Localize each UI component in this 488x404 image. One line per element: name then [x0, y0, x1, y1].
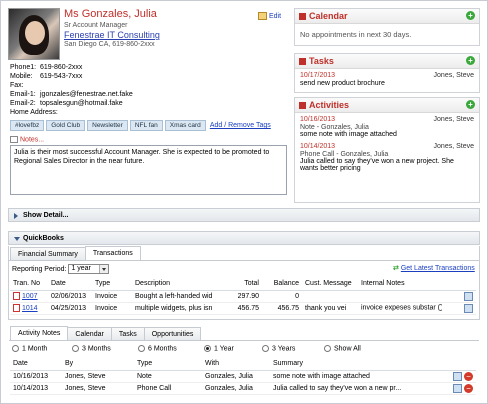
- contact-name: Ms Gonzales, Julia: [64, 8, 157, 20]
- transactions-table: Tran. No Date Type Description Total Bal…: [10, 278, 476, 315]
- calendar-panel: Calendar + No appointments in next 30 day…: [294, 8, 480, 46]
- edit-note-icon[interactable]: [453, 383, 463, 393]
- tab-divider: [9, 340, 479, 341]
- delete-icon[interactable]: −: [464, 383, 473, 393]
- edit-note-icon[interactable]: [453, 371, 463, 381]
- tasks-title: Tasks: [309, 56, 334, 66]
- chevron-down-icon: [99, 265, 109, 273]
- pdf-icon[interactable]: [13, 292, 20, 300]
- phone1-value: 619-860-2xxx: [40, 64, 83, 71]
- reporting-period-select[interactable]: 1 year: [68, 264, 110, 274]
- tab-opportunities[interactable]: Opportunities: [143, 327, 202, 341]
- tag[interactable]: Newsletter: [87, 120, 128, 131]
- company-link[interactable]: Fenestrae IT Consulting: [64, 30, 160, 40]
- tag[interactable]: Xmas card: [164, 120, 206, 131]
- tab-tasks[interactable]: Tasks: [110, 327, 145, 341]
- reporting-period-label: Reporting Period:: [12, 265, 67, 273]
- view-icon[interactable]: [464, 303, 473, 313]
- tasks-icon: [299, 58, 306, 66]
- transaction-link[interactable]: 1014: [22, 305, 38, 312]
- tab-calendar[interactable]: Calendar: [67, 327, 112, 341]
- table-row[interactable]: 10/14/2013 Jones, Steve Phone Call Gonza…: [10, 382, 476, 395]
- show-detail-bar[interactable]: Show Detail...: [8, 208, 480, 222]
- task-item[interactable]: 10/17/2013 Jones, Steve send new product …: [295, 69, 479, 92]
- range-1-month[interactable]: 1 Month: [12, 345, 47, 352]
- mobile-value: 619-543-7xxx: [40, 73, 83, 80]
- radio-icon: [72, 345, 79, 352]
- email1-row: Email-1: jgonzales@fenestrae.net.fake: [10, 91, 133, 98]
- notes-textarea[interactable]: Julia is their most successful Account M…: [10, 145, 287, 195]
- refresh-icon: ⇄: [393, 265, 399, 272]
- radio-selected-icon: [204, 345, 211, 352]
- email2-row: Email-2: topsalesgun@hotmail.fake: [10, 100, 123, 107]
- attachment-icon[interactable]: [437, 304, 442, 312]
- activity-notes-table: Date By Type With Summary 10/16/2013 Jon…: [10, 358, 476, 395]
- tasks-panel: Tasks + 10/17/2013 Jones, Steve send new p…: [294, 53, 480, 93]
- home-address-label: Home Address:: [10, 109, 58, 116]
- calendar-message: No appointments in next 30 days.: [295, 24, 479, 45]
- range-show-all[interactable]: Show All: [324, 345, 361, 352]
- table-header-row: Date By Type With Summary: [10, 358, 476, 371]
- tag-list: #lovefbz Gold Club Newsletter NFL fan Xmas c…: [10, 120, 271, 132]
- view-icon[interactable]: [464, 291, 473, 301]
- add-remove-tags-link[interactable]: Add / Remove Tags: [210, 122, 271, 129]
- table-row[interactable]: 1014 04/25/2013 Invoice multiple widgets…: [10, 302, 476, 315]
- email2-link[interactable]: topsalesgun@hotmail.fake: [40, 100, 123, 107]
- fax-row: Fax:: [10, 82, 24, 89]
- activities-panel: Activities + 10/16/2013 Jones, Steve Note …: [294, 97, 480, 203]
- notes-header[interactable]: Notes...: [10, 136, 44, 143]
- quickbooks-header[interactable]: QuickBooks: [8, 231, 480, 245]
- tag[interactable]: #lovefbz: [10, 120, 45, 131]
- tab-financial-summary[interactable]: Financial Summary: [10, 247, 86, 261]
- transaction-link[interactable]: 1007: [22, 293, 38, 300]
- activities-title: Activities: [309, 100, 350, 110]
- edit-label: Edit: [269, 12, 282, 20]
- tab-activity-notes[interactable]: Activity Notes: [10, 326, 69, 341]
- tab-divider: [9, 260, 479, 261]
- table-row[interactable]: 10/16/2013 Jones, Steve Note Gonzales, J…: [10, 370, 476, 383]
- range-6-months[interactable]: 6 Months: [138, 345, 177, 352]
- add-calendar-icon[interactable]: +: [466, 11, 475, 20]
- radio-icon: [12, 345, 19, 352]
- activity-item[interactable]: 10/16/2013 Jones, Steve Note - Gonzales, …: [300, 116, 474, 138]
- table-header-row: Tran. No Date Type Description Total Bal…: [10, 278, 476, 291]
- expand-icon: [14, 213, 18, 219]
- radio-icon: [262, 345, 269, 352]
- tag[interactable]: Gold Club: [46, 120, 86, 131]
- activities-icon: [299, 102, 306, 110]
- radio-icon: [138, 345, 145, 352]
- activity-item[interactable]: 10/14/2013 Jones, Steve Phone Call - Gonz…: [300, 143, 474, 172]
- add-task-icon[interactable]: +: [466, 56, 475, 65]
- bottom-tabs: Activity Notes Calendar Tasks Opportunities: [10, 326, 202, 341]
- phone1-row: Phone1: 619-860-2xxx: [10, 64, 83, 71]
- tag[interactable]: NFL fan: [129, 120, 163, 131]
- collapse-icon: [14, 237, 20, 241]
- radio-icon: [324, 345, 331, 352]
- edit-icon: [258, 12, 267, 20]
- calendar-title: Calendar: [309, 11, 348, 21]
- delete-icon[interactable]: −: [464, 371, 473, 381]
- calendar-icon: [299, 13, 306, 21]
- add-activity-icon[interactable]: +: [466, 100, 475, 109]
- contact-location: San Diego CA, 619-860-2xxx: [64, 41, 155, 48]
- pdf-icon[interactable]: [13, 304, 20, 312]
- contact-title: Sr Account Manager: [64, 22, 128, 29]
- notes-icon: [10, 136, 18, 143]
- tab-transactions[interactable]: Transactions: [84, 246, 141, 261]
- contact-photo: [8, 8, 60, 60]
- reporting-period: Reporting Period: 1 year: [12, 264, 110, 274]
- edit-button[interactable]: Edit: [258, 12, 281, 20]
- range-3-years[interactable]: 3 Years: [262, 345, 295, 352]
- quickbooks-tabs: Financial Summary Transactions: [10, 246, 141, 261]
- email1-link[interactable]: jgonzales@fenestrae.net.fake: [40, 91, 133, 98]
- range-1-year[interactable]: 1 Year: [204, 345, 234, 352]
- mobile-row: Mobile: 619-543-7xxx: [10, 73, 83, 80]
- table-row[interactable]: 1007 02/06/2013 Invoice Bought a left-ha…: [10, 290, 476, 303]
- get-latest-transactions-link[interactable]: ⇄ Get Latest Transactions: [393, 264, 475, 272]
- range-3-months[interactable]: 3 Months: [72, 345, 111, 352]
